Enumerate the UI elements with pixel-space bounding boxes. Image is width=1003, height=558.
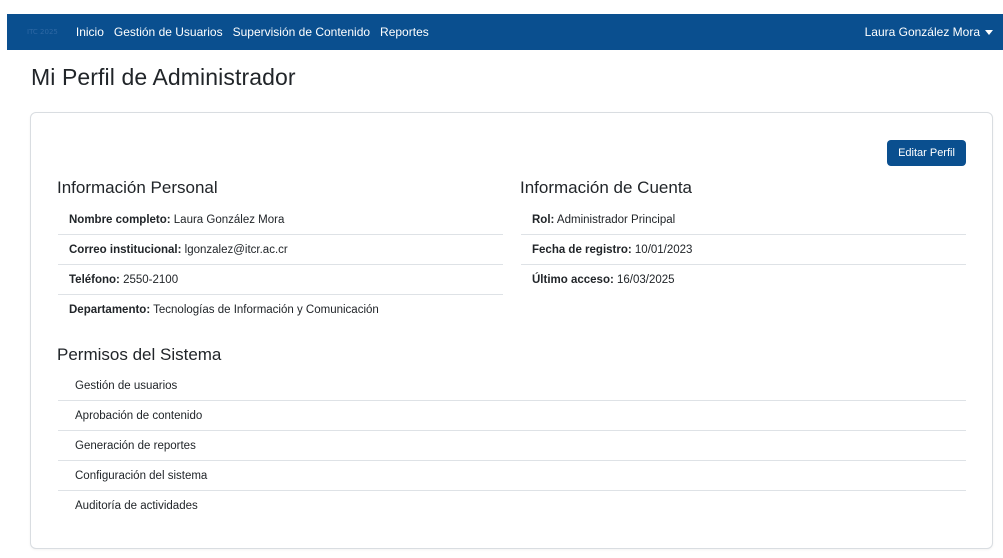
field-value: 16/03/2025	[613, 274, 675, 286]
field-label: Nombre completo:	[69, 214, 171, 226]
permissions-list: Gestión de usuarios Aprobación de conten…	[58, 371, 966, 521]
field-value: 2550-2100	[119, 274, 179, 286]
field-value: Tecnologías de Información y Comunicació…	[150, 304, 379, 316]
nav-link-supervision-contenido[interactable]: Supervisión de Contenido	[233, 25, 370, 39]
permission-item: Generación de reportes	[58, 431, 966, 461]
personal-info-title: Información Personal	[57, 178, 218, 197]
field-label: Teléfono:	[69, 274, 120, 286]
field-value: lgonzalez@itcr.ac.cr	[181, 244, 288, 256]
brand-logo[interactable]: ITC 2025	[27, 28, 58, 36]
field-label: Fecha de registro:	[532, 244, 632, 256]
permission-item: Configuración del sistema	[58, 461, 966, 491]
edit-profile-button[interactable]: Editar Perfil	[887, 140, 966, 166]
personal-info-row: Departamento: Tecnologías de Información…	[58, 295, 503, 325]
nav-link-reportes[interactable]: Reportes	[380, 25, 429, 39]
account-info-title: Información de Cuenta	[520, 178, 692, 197]
personal-info-row: Correo institucional: lgonzalez@itcr.ac.…	[58, 235, 503, 265]
permission-item: Gestión de usuarios	[58, 371, 966, 401]
field-label: Último acceso:	[532, 274, 614, 286]
personal-info-list: Nombre completo: Laura González Mora Cor…	[58, 205, 503, 325]
account-info-row: Último acceso: 16/03/2025	[521, 265, 966, 295]
permissions-title: Permisos del Sistema	[57, 345, 222, 364]
field-value: Laura González Mora	[170, 214, 285, 226]
user-name: Laura González Mora	[864, 25, 980, 39]
account-info-list: Rol: Administrador Principal Fecha de re…	[521, 205, 966, 295]
page-title: Mi Perfil de Administrador	[31, 64, 296, 90]
account-info-row: Rol: Administrador Principal	[521, 205, 966, 235]
account-info-row: Fecha de registro: 10/01/2023	[521, 235, 966, 265]
field-label: Correo institucional:	[69, 244, 182, 256]
permission-item: Auditoría de actividades	[75, 500, 198, 512]
field-label: Rol:	[532, 214, 555, 226]
top-navbar: ITC 2025 Inicio Gestión de Usuarios Supe…	[7, 14, 1003, 50]
caret-down-icon	[985, 29, 993, 35]
user-dropdown[interactable]: Laura González Mora	[865, 25, 993, 39]
field-value: Administrador Principal	[554, 214, 676, 226]
field-label: Departamento:	[69, 304, 151, 316]
field-value: 10/01/2023	[631, 244, 693, 256]
nav-link-gestion-usuarios[interactable]: Gestión de Usuarios	[114, 25, 223, 39]
nav-link-inicio[interactable]: Inicio	[76, 25, 104, 39]
personal-info-row: Nombre completo: Laura González Mora	[58, 205, 503, 235]
personal-info-row: Teléfono: 2550-2100	[58, 265, 503, 295]
permission-item: Aprobación de contenido	[58, 401, 966, 431]
